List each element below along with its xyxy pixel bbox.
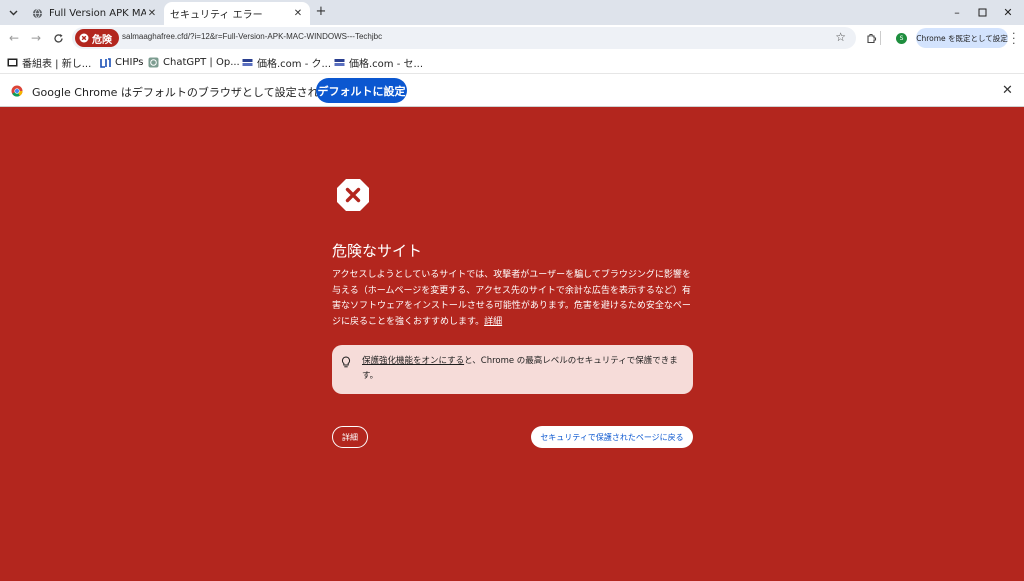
bookmark-label: 番組表 | 新し...: [22, 59, 92, 70]
bookmark-item[interactable]: 価格.com - ク...: [242, 55, 331, 70]
new-tab-button[interactable]: +: [313, 4, 329, 20]
bookmark-label: CHIPs: [115, 57, 144, 68]
address-bar[interactable]: 危険 salmaaghafree.cfd/?i=12&r=Full-Versio…: [72, 27, 856, 49]
tip-text: 保護強化機能をオンにすると、Chrome の最高レベルのセキュリティで保護できま…: [362, 354, 684, 384]
bookmark-star-icon[interactable]: ☆: [835, 30, 846, 44]
tab-close-icon[interactable]: ✕: [146, 8, 158, 19]
chatgpt-icon: [148, 57, 159, 68]
set-default-browser-button[interactable]: Chrome を既定として設定: [916, 28, 1008, 48]
tab-title: セキュリティ エラー: [170, 10, 263, 21]
set-default-button[interactable]: デフォルトに設定: [316, 78, 407, 103]
infobar-close-icon[interactable]: ✕: [1002, 83, 1013, 98]
tab-close-icon[interactable]: ✕: [292, 8, 304, 19]
globe-icon: [32, 8, 43, 19]
enhanced-protection-link[interactable]: 保護強化機能をオンにする: [362, 356, 464, 366]
danger-icon: [79, 33, 89, 43]
reload-icon[interactable]: [50, 30, 66, 46]
danger-chip[interactable]: 危険: [75, 29, 119, 47]
bookmark-item[interactable]: CHIPs: [100, 55, 144, 70]
back-to-safety-button[interactable]: セキュリティで保護されたページに戻る: [531, 426, 693, 448]
bookmark-item[interactable]: ChatGPT | Op...: [148, 55, 240, 70]
forward-arrow-icon[interactable]: →: [28, 30, 44, 46]
danger-octagon-icon: [337, 179, 369, 211]
minimize-icon[interactable]: –: [948, 4, 966, 20]
details-button[interactable]: 詳細: [332, 426, 368, 448]
default-browser-infobar: Google Chrome はデフォルトのブラウザとして設定されていません デフ…: [0, 73, 1024, 107]
chrome-logo-icon: [11, 85, 23, 97]
bookmark-label: 価格.com - セ...: [349, 59, 424, 70]
kakaku-icon: [334, 57, 345, 68]
back-arrow-icon[interactable]: ←: [6, 30, 22, 46]
profile-avatar[interactable]: S: [896, 33, 907, 44]
bookmark-item[interactable]: 価格.com - セ...: [334, 55, 423, 70]
maximize-icon[interactable]: [973, 4, 991, 20]
toolbar: ← → 危険 salmaaghafree.cfd/?i=12&r=Full-Ve…: [0, 25, 1024, 52]
menu-icon[interactable]: · · ·: [1012, 28, 1016, 49]
lightbulb-icon: [341, 356, 351, 368]
tab-search-button[interactable]: [4, 4, 22, 22]
page-title: 危険なサイト: [332, 242, 423, 260]
warning-description: アクセスしようとしているサイトでは、攻撃者がユーザーを騙してブラウジングに影響を…: [332, 268, 696, 330]
danger-label: 危険: [92, 34, 112, 46]
chevron-down-icon: [9, 10, 17, 16]
interstitial-page: 危険なサイト アクセスしようとしているサイトでは、攻撃者がユーザーを騙してブラウ…: [0, 107, 1024, 581]
url-text[interactable]: salmaaghafree.cfd/?i=12&r=Full-Version-A…: [122, 32, 382, 41]
chips-icon: [100, 57, 111, 68]
tab-title: Full Version APK MAC: [49, 8, 146, 19]
enhanced-protection-tip: 保護強化機能をオンにすると、Chrome の最高レベルのセキュリティで保護できま…: [332, 345, 693, 394]
window-close-icon[interactable]: ✕: [999, 4, 1017, 20]
tab-strip: Full Version APK MAC ✕ セキュリティ エラー ✕ + – …: [0, 0, 1024, 25]
extensions-icon[interactable]: [864, 31, 878, 45]
tab-security-error[interactable]: セキュリティ エラー ✕: [164, 2, 310, 25]
kakaku-icon: [242, 57, 253, 68]
tv-icon: [7, 57, 18, 68]
warning-text: アクセスしようとしているサイトでは、攻撃者がユーザーを騙してブラウジングに影響を…: [332, 270, 691, 327]
bookmark-item[interactable]: 番組表 | 新し...: [7, 55, 91, 70]
details-link[interactable]: 詳細: [484, 317, 502, 327]
toolbar-divider: [880, 31, 881, 45]
bookmarks-bar: 番組表 | 新し... CHIPs ChatGPT | Op... 価格.com…: [0, 52, 1024, 73]
tab-full-version[interactable]: Full Version APK MAC ✕: [26, 2, 164, 25]
bookmark-label: ChatGPT | Op...: [163, 57, 240, 68]
bookmark-label: 価格.com - ク...: [257, 59, 332, 70]
